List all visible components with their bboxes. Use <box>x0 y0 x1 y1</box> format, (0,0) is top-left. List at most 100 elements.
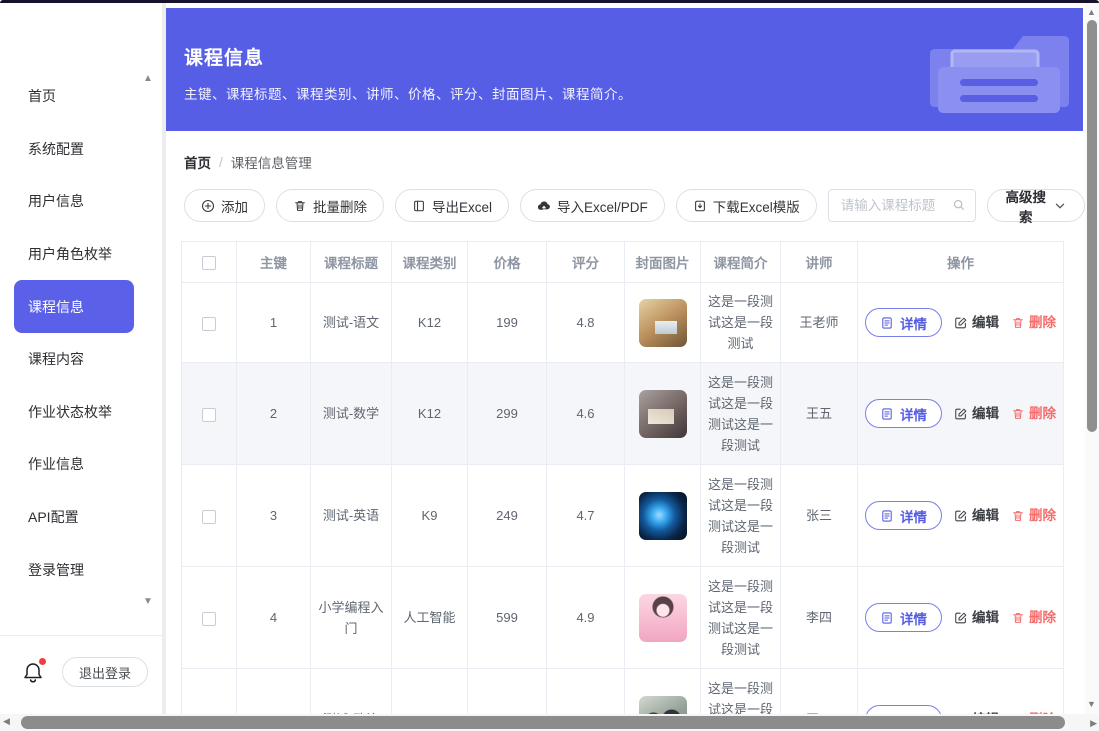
sidebar-item-course-content[interactable]: 课程内容 <box>0 333 162 386</box>
scroll-right-arrow-icon[interactable]: ▶ <box>1090 719 1097 728</box>
edit-label: 编辑 <box>972 312 999 333</box>
vertical-scrollbar[interactable]: ▲ ▼ <box>1085 3 1099 714</box>
cell-id: 2 <box>237 363 311 465</box>
sidebar-item-homework-status-enum[interactable]: 作业状态枚举 <box>0 386 162 439</box>
delete-label: 删除 <box>1029 403 1056 424</box>
cell-category: K12 <box>392 283 468 363</box>
cell-category: K12 <box>392 363 468 465</box>
detail-button[interactable]: 详情 <box>865 603 942 632</box>
sidebar-item-user-info[interactable]: 用户信息 <box>0 175 162 228</box>
cell-teacher: 李四 <box>781 567 858 669</box>
chevron-down-icon <box>1053 199 1067 213</box>
select-all-checkbox[interactable] <box>202 256 216 270</box>
delete-button[interactable]: 删除 <box>1011 607 1056 628</box>
cell-actions: 详情编辑删除 <box>858 669 1064 715</box>
breadcrumb-current: 课程信息管理 <box>231 152 312 172</box>
cell-id: 1 <box>237 283 311 363</box>
export-excel-button[interactable]: 导出Excel <box>395 189 509 222</box>
sidebar-item-api-config[interactable]: API配置 <box>0 491 162 544</box>
breadcrumb-home[interactable]: 首页 <box>184 152 211 172</box>
detail-button[interactable]: 详情 <box>865 399 942 428</box>
scroll-up-arrow-icon[interactable]: ▲ <box>1087 8 1096 17</box>
delete-button[interactable]: 删除 <box>1011 403 1056 424</box>
page-banner: 课程信息 主键、课程标题、课程类别、讲师、价格、评分、封面图片、课程简介。 <box>166 8 1083 131</box>
add-button-label: 添加 <box>221 196 248 216</box>
batch-delete-button[interactable]: 批量删除 <box>276 189 384 222</box>
delete-button[interactable]: 删除 <box>1011 505 1056 526</box>
row-checkbox[interactable] <box>202 317 216 331</box>
cell-intro: 这是一段测试这是一段测试这是一段测试 <box>701 363 781 465</box>
doc-lines-icon <box>880 509 894 523</box>
detail-label: 详情 <box>900 404 927 424</box>
detail-button[interactable]: 详情 <box>865 501 942 530</box>
edit-pencil-icon <box>954 316 968 330</box>
horizontal-scrollbar[interactable]: ◀ <box>0 714 1085 731</box>
detail-button[interactable]: 详情 <box>865 308 942 337</box>
row-checkbox[interactable] <box>202 408 216 422</box>
cell-actions: 详情 编辑删除 <box>858 283 1064 363</box>
sidebar-scroll-down-icon[interactable]: ▼ <box>143 597 153 607</box>
sidebar-item-user-role-enum[interactable]: 用户角色枚举 <box>0 228 162 281</box>
batch-delete-button-label: 批量删除 <box>313 196 367 216</box>
column-header-2: 课程类别 <box>392 242 468 283</box>
cell-title: 测试-英语 <box>311 465 392 567</box>
edit-label: 编辑 <box>972 403 999 424</box>
edit-label: 编辑 <box>972 607 999 628</box>
row-checkbox[interactable] <box>202 612 216 626</box>
edit-button[interactable]: 编辑 <box>954 403 999 424</box>
header-select-all-cell <box>182 242 237 283</box>
logout-button[interactable]: 退出登录 <box>62 657 148 687</box>
cell-teacher: 王五 <box>781 363 858 465</box>
table-row: 5测试-政治K93504.5这是一段测试这是一段测试这是一段测试王五详情编辑删除 <box>182 669 1064 715</box>
edit-button[interactable]: 编辑 <box>954 607 999 628</box>
import-excel-pdf-button[interactable]: 导入Excel/PDF <box>520 189 665 222</box>
cell-actions: 详情 编辑删除 <box>858 567 1064 669</box>
cell-intro: 这是一段测试这是一段测试这是一段测试 <box>701 669 781 715</box>
row-checkbox[interactable] <box>202 510 216 524</box>
notification-dot <box>39 658 46 665</box>
course-table: 主键课程标题课程类别价格评分封面图片课程简介讲师操作 1测试-语文K121994… <box>181 241 1064 714</box>
edit-button[interactable]: 编辑 <box>954 312 999 333</box>
sidebar-item-homework-info[interactable]: 作业信息 <box>0 438 162 491</box>
edit-button[interactable]: 编辑 <box>954 505 999 526</box>
trash-icon <box>1011 316 1025 330</box>
cell-rating: 4.6 <box>547 363 625 465</box>
sidebar-item-system-config[interactable]: 系统配置 <box>0 123 162 176</box>
cover-image-anime-girl <box>639 594 687 642</box>
cell-price: 350 <box>468 669 547 715</box>
cell-price: 249 <box>468 465 547 567</box>
cell-select <box>182 283 237 363</box>
trash-icon <box>1011 407 1025 421</box>
cover-image-blue-wave <box>639 492 687 540</box>
delete-label: 删除 <box>1029 505 1056 526</box>
notification-bell-icon[interactable] <box>22 660 44 684</box>
column-header-4: 评分 <box>547 242 625 283</box>
cell-title: 测试-政治 <box>311 669 392 715</box>
cell-rating: 4.9 <box>547 567 625 669</box>
advanced-search-label: 高级搜索 <box>1005 186 1046 226</box>
cell-select <box>182 465 237 567</box>
breadcrumb-separator: / <box>219 155 223 170</box>
horizontal-scrollbar-thumb[interactable] <box>21 716 1065 729</box>
row-actions: 详情 编辑删除 <box>865 603 1056 632</box>
download-template-button[interactable]: 下载Excel模版 <box>676 189 817 222</box>
vertical-scrollbar-thumb[interactable] <box>1087 20 1097 432</box>
add-button[interactable]: 添加 <box>184 189 265 222</box>
trash-icon <box>1011 509 1025 523</box>
scroll-down-arrow-icon[interactable]: ▼ <box>1087 700 1096 709</box>
cell-rating: 4.8 <box>547 283 625 363</box>
delete-button[interactable]: 删除 <box>1011 312 1056 333</box>
sidebar-footer: 退出登录 <box>0 635 162 714</box>
search-icon <box>952 198 966 212</box>
sidebar-item-home[interactable]: 首页 <box>0 70 162 123</box>
scroll-left-arrow-icon[interactable]: ◀ <box>3 717 10 726</box>
edit-pencil-icon <box>954 611 968 625</box>
sidebar-item-course-info[interactable]: 课程信息 <box>14 280 134 333</box>
detail-button[interactable]: 详情 <box>865 705 942 714</box>
main-content: 课程信息 主键、课程标题、课程类别、讲师、价格、评分、封面图片、课程简介。 首页… <box>166 3 1085 714</box>
detail-label: 详情 <box>900 608 927 628</box>
advanced-search-button[interactable]: 高级搜索 <box>987 189 1085 222</box>
cell-id: 3 <box>237 465 311 567</box>
row-actions: 详情编辑删除 <box>865 705 1056 714</box>
sidebar-item-login-management[interactable]: 登录管理 <box>0 543 162 596</box>
